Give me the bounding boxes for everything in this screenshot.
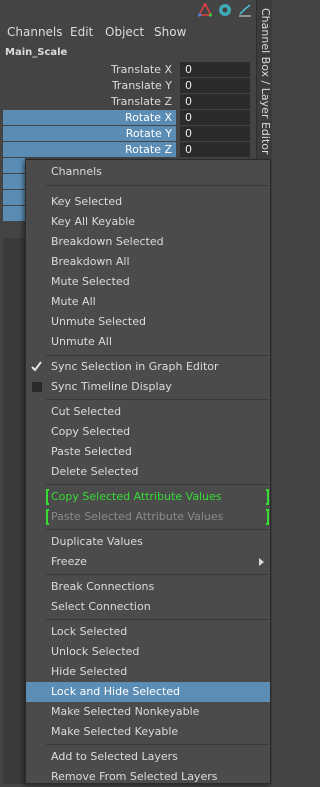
hidden-attr-row[interactable]	[3, 174, 25, 189]
channels-context-menu: Channels Key Selected Key All Keyable Br…	[25, 159, 271, 784]
menu-item-duplicate-values[interactable]: Duplicate Values	[26, 532, 270, 552]
menu-item-key-selected[interactable]: Key Selected	[26, 192, 270, 212]
menu-item-key-all-keyable[interactable]: Key All Keyable	[26, 212, 270, 232]
menu-item-copy-selected-attribute-values[interactable]: Copy Selected Attribute Values	[26, 487, 270, 507]
attr-label: Translate Z	[111, 95, 172, 108]
attr-value-field[interactable]: 0	[180, 94, 250, 109]
menu-item-unlock-selected[interactable]: Unlock Selected	[26, 642, 270, 662]
hidden-attr-row[interactable]	[3, 190, 25, 205]
menu-item-paste-selected[interactable]: Paste Selected	[26, 442, 270, 462]
hidden-attr-row[interactable]	[3, 206, 25, 221]
attr-value-field[interactable]: 0	[180, 110, 250, 125]
menu-header-channels: Channels	[51, 165, 102, 178]
attr-row-translate-z[interactable]: Translate Z 0	[0, 94, 256, 110]
green-bracket-left	[46, 489, 49, 505]
menu-item-breakdown-all[interactable]: Breakdown All	[26, 252, 270, 272]
menu-item-unmute-all[interactable]: Unmute All	[26, 332, 270, 352]
green-bracket-left	[46, 509, 49, 525]
hidden-attr-row[interactable]	[3, 158, 25, 173]
tri-color-icon[interactable]	[198, 3, 212, 17]
menu-item-remove-from-selected-layers[interactable]: Remove From Selected Layers	[26, 767, 270, 787]
menu-item-mute-all[interactable]: Mute All	[26, 292, 270, 312]
menu-separator	[46, 355, 270, 356]
attr-row-rotate-x[interactable]: Rotate X 0	[0, 110, 256, 126]
attr-row-translate-x[interactable]: Translate X 0	[0, 62, 256, 78]
object-name: Main_Scale	[5, 47, 68, 58]
toolbar-icon-strip	[0, 0, 256, 20]
menu-item-hide-selected[interactable]: Hide Selected	[26, 662, 270, 682]
menu-separator	[46, 484, 270, 485]
menu-item-make-selected-nonkeyable[interactable]: Make Selected Nonkeyable	[26, 702, 270, 722]
menu-object[interactable]: Object	[105, 25, 144, 39]
attr-label: Rotate X	[124, 111, 172, 124]
menu-item-delete-selected[interactable]: Delete Selected	[26, 462, 270, 482]
attr-value-field[interactable]: 0	[180, 62, 250, 77]
green-bracket-right	[266, 489, 269, 505]
unchecked-box-icon	[32, 382, 42, 392]
menu-separator	[46, 185, 270, 186]
submenu-arrow-icon	[259, 558, 264, 566]
attr-row-rotate-y[interactable]: Rotate Y 0	[0, 126, 256, 142]
channel-box-menubar: Channels Edit Object Show	[0, 20, 256, 44]
menu-item-copy-selected[interactable]: Copy Selected	[26, 422, 270, 442]
checkmark-icon	[31, 361, 42, 372]
menu-item-lock-selected[interactable]: Lock Selected	[26, 622, 270, 642]
circle-symbol-icon[interactable]	[218, 3, 232, 17]
menu-item-add-to-selected-layers[interactable]: Add to Selected Layers	[26, 747, 270, 767]
menu-item-sync-selection-graph-editor[interactable]: Sync Selection in Graph Editor	[26, 357, 270, 377]
graph-arrow-icon[interactable]	[238, 3, 252, 17]
attr-label: Translate Y	[111, 79, 172, 92]
menu-item-cut-selected[interactable]: Cut Selected	[26, 402, 270, 422]
menu-item-break-connections[interactable]: Break Connections	[26, 577, 270, 597]
attr-label: Rotate Z	[124, 143, 172, 156]
attr-value-field[interactable]: 0	[180, 126, 250, 141]
menu-separator	[46, 619, 270, 620]
menu-item-sync-timeline-display[interactable]: Sync Timeline Display	[26, 377, 270, 397]
menu-item-paste-selected-attribute-values[interactable]: Paste Selected Attribute Values	[26, 507, 270, 527]
menu-separator	[46, 574, 270, 575]
menu-item-unmute-selected[interactable]: Unmute Selected	[26, 312, 270, 332]
side-tab-label: Channel Box / Layer Editor	[259, 8, 272, 155]
attr-label: Rotate Y	[125, 127, 172, 140]
menu-separator	[46, 744, 270, 745]
menu-item-lock-and-hide-selected[interactable]: Lock and Hide Selected	[26, 682, 270, 702]
attr-label: Translate X	[111, 63, 172, 76]
menu-item-breakdown-selected[interactable]: Breakdown Selected	[26, 232, 270, 252]
menu-edit[interactable]: Edit	[70, 25, 93, 39]
attr-value-field[interactable]: 0	[180, 142, 250, 157]
menu-show[interactable]: Show	[154, 25, 186, 39]
channel-box-empty-area	[3, 238, 25, 784]
green-bracket-right	[266, 509, 269, 525]
menu-separator	[46, 399, 270, 400]
menu-channels[interactable]: Channels	[7, 25, 63, 39]
attr-value-field[interactable]: 0	[180, 78, 250, 93]
menu-item-mute-selected[interactable]: Mute Selected	[26, 272, 270, 292]
menu-separator	[46, 529, 270, 530]
menu-item-select-connection[interactable]: Select Connection	[26, 597, 270, 617]
menu-item-freeze[interactable]: Freeze	[26, 552, 270, 572]
attr-row-translate-y[interactable]: Translate Y 0	[0, 78, 256, 94]
menu-item-make-selected-keyable[interactable]: Make Selected Keyable	[26, 722, 270, 742]
attr-row-rotate-z[interactable]: Rotate Z 0	[0, 142, 256, 158]
